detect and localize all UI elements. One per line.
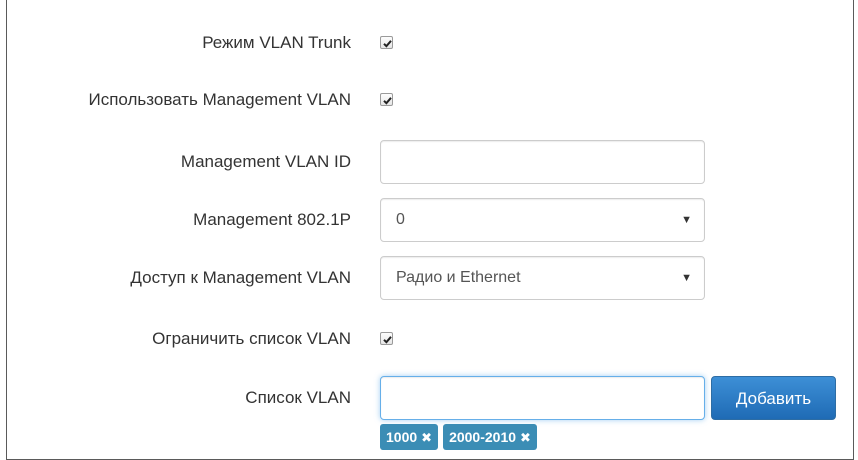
checkmark-icon (383, 40, 392, 48)
caret-down-icon: ▼ (681, 214, 692, 226)
mgmt-8021p-value: 0 (396, 211, 405, 228)
vlan-list-label: Список VLAN (245, 388, 351, 407)
row-trunk-mode: Режим VLAN Trunk (0, 26, 858, 60)
mgmt-access-label: Доступ к Management VLAN (130, 268, 351, 287)
row-use-mgmt-vlan: Использовать Management VLAN (0, 83, 858, 117)
mgmt-8021p-select[interactable]: 0 ▼ (380, 198, 705, 242)
mgmt-8021p-label: Management 802.1P (193, 210, 351, 229)
mgmt-vlan-id-label: Management VLAN ID (180, 152, 351, 171)
restrict-vlan-list-checkbox[interactable] (380, 332, 393, 345)
add-vlan-button[interactable]: Добавить (711, 376, 836, 420)
use-mgmt-vlan-label: Использовать Management VLAN (88, 90, 352, 109)
row-restrict-vlan-list: Ограничить список VLAN (0, 322, 858, 356)
vlan-list-input[interactable] (380, 376, 705, 420)
mgmt-access-value: Радио и Ethernet (396, 269, 521, 286)
vlan-tag: 1000 ✖ (380, 424, 439, 451)
mgmt-vlan-id-input[interactable] (380, 140, 705, 184)
remove-tag-icon[interactable]: ✖ (520, 425, 531, 451)
mgmt-access-select[interactable]: Радио и Ethernet ▼ (380, 256, 705, 300)
vlan-tag-label: 1000 (386, 429, 418, 445)
vlan-tag-list: 1000 ✖ 2000-2010 ✖ (380, 424, 542, 450)
use-mgmt-vlan-checkbox[interactable] (380, 93, 393, 106)
restrict-vlan-list-label: Ограничить список VLAN (152, 329, 351, 348)
checkmark-icon (383, 336, 392, 344)
checkmark-icon (383, 97, 392, 105)
vlan-tag: 2000-2010 ✖ (443, 424, 537, 450)
remove-tag-icon[interactable]: ✖ (421, 425, 432, 451)
trunk-mode-label: Режим VLAN Trunk (202, 33, 351, 52)
trunk-mode-checkbox[interactable] (380, 36, 393, 49)
vlan-tag-label: 2000-2010 (449, 429, 517, 445)
caret-down-icon: ▼ (681, 272, 692, 284)
